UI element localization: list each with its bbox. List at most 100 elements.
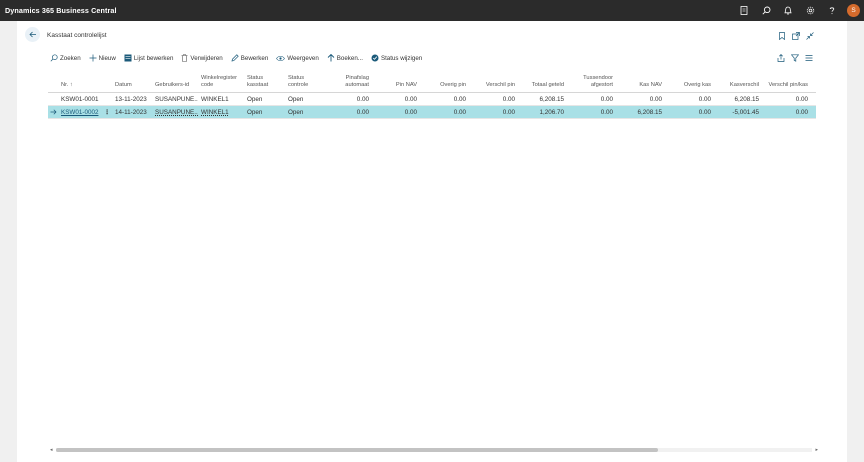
view-label: Weergeven [287, 54, 319, 62]
cell-gebruikers-id[interactable]: SUSANPUNE... [155, 106, 198, 118]
notepad-icon[interactable] [733, 0, 755, 21]
delete-label: Verwijderen [190, 54, 223, 62]
app-title: Dynamics 365 Business Central [5, 6, 117, 15]
cell-tussendoor: 0.00 [600, 95, 613, 103]
cell-status-kasstaat: Open [247, 95, 263, 103]
cell-winkelregister[interactable]: WINKEL1 [201, 106, 241, 118]
delete-button[interactable]: Verwijderen [181, 54, 223, 62]
table-row-selected[interactable]: KSW01-0002 ⋮ 14-11-2023 SUSANPUNE... WIN… [48, 106, 816, 119]
column-header-nr[interactable]: Nr. ↑ [61, 71, 101, 92]
cell-gebruikers-id: SUSANPUNE... [155, 95, 198, 103]
cell-kasverschil: -5,001.45 [732, 108, 759, 116]
edit-button[interactable]: Bewerken [231, 54, 269, 62]
cell-kas-nav: 0.00 [649, 95, 662, 103]
cell-overig-kas: 0.00 [698, 95, 711, 103]
data-grid: Nr. ↑ Datum Gebruikers-id Winkelregister… [48, 71, 816, 119]
cell-datum: 14-11-2023 [115, 108, 147, 116]
app-bar: Dynamics 365 Business Central S [0, 0, 864, 21]
change-status-label: Status wijzigen [380, 54, 423, 62]
trash-icon [181, 54, 188, 62]
edit-label: Bewerken [240, 54, 269, 62]
cell-status-controle: Open [288, 108, 304, 116]
collapse-icon[interactable] [803, 30, 817, 42]
column-header-tussendoor-afgestort[interactable]: Tussendoor afgestort [567, 71, 613, 92]
cell-pinafslag: 0.00 [356, 108, 369, 116]
edit-list-label: Lijst bewerken [133, 54, 174, 62]
cell-pinafslag: 0.00 [356, 95, 369, 103]
column-header-kas-nav[interactable]: Kas NAV [616, 71, 662, 92]
list-view-icon[interactable] [802, 54, 816, 62]
column-header-kasverschil[interactable]: Kasverschil [712, 71, 759, 92]
gear-icon[interactable] [799, 0, 821, 21]
column-header-overig-kas[interactable]: Overig kas [665, 71, 711, 92]
bookmark-icon[interactable] [775, 30, 789, 42]
post-label: Boeken... [336, 54, 363, 62]
cell-pin-nav: 0.00 [404, 108, 417, 116]
cell-kasverschil: 6,208.15 [734, 95, 759, 103]
page-surface: Kasstaat controlelijst Zoeken Nieuw Lijs… [17, 21, 847, 462]
open-new-window-icon[interactable] [789, 30, 803, 42]
column-header-gebruikers-id[interactable]: Gebruikers-id [155, 71, 199, 92]
row-more-options-icon[interactable]: ⋮ [104, 106, 110, 118]
horizontal-scrollbar[interactable]: ◂ ▸ [50, 447, 818, 453]
scroll-left-icon[interactable]: ◂ [50, 447, 53, 453]
page-title: Kasstaat controlelijst [47, 32, 107, 39]
cell-winkelregister: WINKEL1 [201, 95, 229, 103]
view-button[interactable]: Weergeven [276, 55, 319, 62]
cell-totaal-geteld: 6,208.15 [539, 95, 564, 103]
cell-tussendoor: 0.00 [600, 108, 613, 116]
cell-totaal-geteld: 1,206.70 [539, 108, 564, 116]
back-button[interactable] [25, 27, 40, 42]
post-button[interactable]: Boeken... [327, 54, 363, 62]
scroll-right-icon[interactable]: ▸ [815, 447, 818, 453]
help-icon[interactable] [821, 0, 843, 21]
column-header-winkelregister-code[interactable]: Winkelregister code [201, 71, 245, 92]
row-pointer-arrow-icon [50, 106, 57, 118]
new-label: Nieuw [98, 54, 116, 62]
user-avatar[interactable]: S [847, 4, 860, 17]
new-button[interactable]: Nieuw [89, 54, 116, 62]
action-toolbar: Zoeken Nieuw Lijst bewerken Verwijderen … [17, 51, 847, 65]
column-header-datum[interactable]: Datum [115, 71, 151, 92]
post-icon [327, 54, 335, 62]
column-header-status-kasstaat[interactable]: Status kasstaat [247, 71, 283, 92]
search-label: Zoeken [60, 54, 81, 62]
column-header-totaal-geteld[interactable]: Totaal geteld [518, 71, 564, 92]
bell-icon[interactable] [777, 0, 799, 21]
column-header-status-controle[interactable]: Status controle [288, 71, 324, 92]
search-icon [50, 54, 58, 62]
column-header-pinafslag-automaat[interactable]: Pinafslag automaat [323, 71, 369, 92]
pencil-icon [231, 54, 239, 62]
filter-icon[interactable] [788, 54, 802, 62]
plus-icon [89, 54, 97, 62]
table-header-row: Nr. ↑ Datum Gebruikers-id Winkelregister… [48, 71, 816, 93]
table-row[interactable]: KSW01-0001 13-11-2023 SUSANPUNE... WINKE… [48, 93, 816, 106]
eye-icon [276, 55, 286, 61]
search-icon[interactable] [755, 0, 777, 21]
cell-pin-nav: 0.00 [404, 95, 417, 103]
column-header-overig-pin[interactable]: Overig pin [420, 71, 466, 92]
edit-list-button[interactable]: Lijst bewerken [124, 54, 174, 62]
cell-overig-pin: 0.00 [453, 95, 466, 103]
cell-verschil-pin: 0.00 [502, 108, 515, 116]
cell-verschil-pin: 0.00 [502, 95, 515, 103]
cell-nr[interactable]: KSW01-0001 [61, 93, 105, 105]
cell-kas-nav: 6,208.15 [637, 108, 662, 116]
cell-datum: 13-11-2023 [115, 95, 147, 103]
change-status-button[interactable]: Status wijzigen [371, 54, 422, 62]
cell-overig-kas: 0.00 [698, 108, 711, 116]
page-header: Kasstaat controlelijst [17, 21, 847, 49]
share-icon[interactable] [774, 54, 788, 62]
search-action[interactable]: Zoeken [50, 54, 81, 62]
cell-nr-link[interactable]: KSW01-0002 [61, 106, 101, 118]
cell-status-controle: Open [288, 95, 304, 103]
edit-list-icon [124, 54, 132, 62]
cell-overig-pin: 0.00 [453, 108, 466, 116]
cell-verschil-pin-kas: 0.00 [795, 95, 808, 103]
column-header-pin-nav[interactable]: Pin NAV [372, 71, 417, 92]
column-header-verschil-pin-kas[interactable]: Verschil pin/kas [760, 71, 808, 92]
column-header-verschil-pin[interactable]: Verschil pin [469, 71, 515, 92]
cell-status-kasstaat: Open [247, 108, 263, 116]
scroll-thumb[interactable] [56, 448, 658, 452]
status-check-icon [371, 54, 379, 62]
